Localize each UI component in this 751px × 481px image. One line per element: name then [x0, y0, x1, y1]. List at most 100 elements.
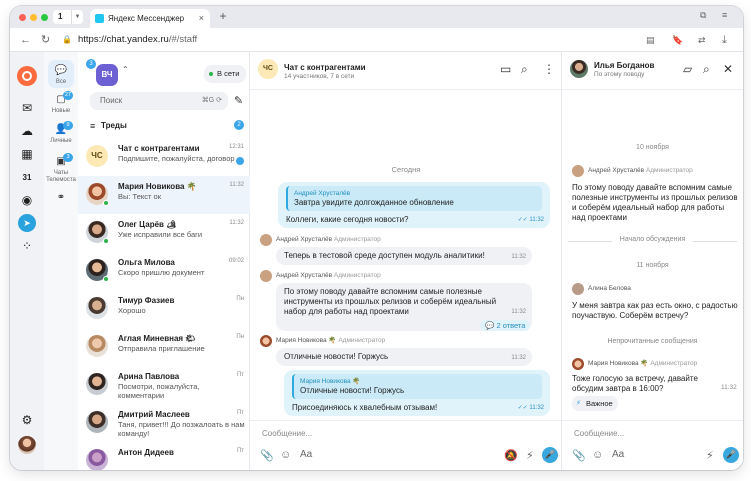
- chevron-up-icon[interactable]: ⌃: [122, 65, 129, 74]
- download-icon[interactable]: ⤓: [722, 33, 727, 47]
- sender-avatar[interactable]: [572, 165, 584, 177]
- important-tag[interactable]: Важное: [572, 396, 618, 411]
- chat-title[interactable]: Чат с контрагентами: [284, 63, 366, 72]
- calendar-icon[interactable]: 31: [18, 168, 36, 186]
- chat-item[interactable]: Ольга Милова Скоро пришлю документ 09:02: [78, 252, 250, 290]
- sender-avatar[interactable]: [260, 270, 272, 282]
- sender-avatar[interactable]: [260, 234, 272, 246]
- filters-icon: ⚭: [56, 192, 66, 203]
- user-avatar[interactable]: [18, 436, 36, 454]
- compose-icon[interactable]: ✎: [234, 94, 243, 107]
- sender-avatar[interactable]: [260, 335, 272, 347]
- browser-tab[interactable]: Яндекс Мессенджер ×: [90, 9, 210, 28]
- chat-avatar: [86, 411, 108, 433]
- quoted-message[interactable]: Мария Новикова 🌴 Отличные новости! Горжус…: [292, 374, 542, 399]
- chat-item[interactable]: Олег Царёв 🏕 Уже исправили все баги 11:3…: [78, 214, 250, 252]
- thread-message-input[interactable]: Сообщение...: [574, 429, 624, 438]
- chat-name: Арина Павлова: [118, 372, 180, 381]
- thread-composer[interactable]: Сообщение... 📎 ☺ Aa ⚡ 🎤: [562, 420, 743, 470]
- documents-icon[interactable]: ▦: [18, 145, 36, 163]
- bolt-icon[interactable]: ⚡: [526, 449, 534, 462]
- chat-item[interactable]: Антон Дидеев Пт: [78, 442, 250, 470]
- category-label: Все: [55, 79, 67, 85]
- chat-avatar[interactable]: ЧС: [258, 59, 278, 79]
- chat-time: Пт: [236, 372, 244, 378]
- cloud-icon[interactable]: ☁: [18, 122, 36, 140]
- minimize-window-button[interactable]: [30, 14, 37, 21]
- message-bubble[interactable]: Андрей Хрусталёв Завтра увидите долгождан…: [278, 182, 550, 228]
- messenger-icon[interactable]: ➤: [18, 214, 36, 232]
- back-icon[interactable]: ←: [20, 33, 31, 47]
- telemost-icon[interactable]: ◉: [18, 191, 36, 209]
- chat-preview: Посмотри, пожалуйста, комментарии: [118, 382, 200, 400]
- threads-link[interactable]: Треды: [90, 120, 127, 132]
- close-tab-icon[interactable]: ×: [199, 9, 204, 28]
- close-window-button[interactable]: [19, 14, 26, 21]
- chat-item[interactable]: ЧС Чат с контрагентами Подпишите, пожалу…: [78, 138, 250, 176]
- microphone-button[interactable]: 🎤: [542, 447, 558, 463]
- quoted-message[interactable]: Андрей Хрусталёв Завтра увидите долгождан…: [286, 186, 542, 211]
- category-new[interactable]: 27 ▢ Новые: [46, 91, 76, 115]
- tab-count: 1: [58, 12, 63, 21]
- translate-icon[interactable]: ⇄: [698, 33, 706, 47]
- message-text: Присоединяюсь к хвалебным отзывам!: [292, 403, 438, 412]
- menu-icon[interactable]: ≡: [722, 10, 727, 20]
- category-telemost[interactable]: 3 ▣ Чаты Телемоста: [46, 153, 76, 184]
- search-icon[interactable]: ⌕: [703, 62, 710, 77]
- chat-item[interactable]: Дмитрий Маслеев Таня, привет!!! До позжа…: [78, 404, 250, 442]
- message-composer[interactable]: Сообщение... 📎 ☺ Aa 🔕 ⚡ 🎤: [250, 420, 562, 470]
- message-bubble[interactable]: Теперь в тестовой среде доступен модуль …: [276, 247, 532, 265]
- settings-icon[interactable]: ⚙: [18, 411, 36, 429]
- workspace-avatar[interactable]: ВЧ: [96, 64, 118, 86]
- search-input[interactable]: Поиск ⌘G ⟳: [90, 92, 228, 110]
- notifications-icon[interactable]: 🔕: [504, 449, 518, 462]
- message-input[interactable]: Сообщение...: [262, 429, 312, 438]
- yandex-messenger-logo[interactable]: [17, 66, 37, 86]
- chat-item[interactable]: Аглая Миневная 🌤 Отправила приглашение П…: [78, 328, 250, 366]
- close-icon[interactable]: ✕: [723, 62, 733, 76]
- emoji-icon[interactable]: ☺: [280, 449, 291, 461]
- more-icon[interactable]: ⋮: [543, 62, 555, 76]
- status-button[interactable]: В сети: [204, 65, 246, 83]
- bookmark-icon[interactable]: 🔖: [672, 33, 683, 47]
- tab-counter[interactable]: 1 ▼: [53, 10, 83, 24]
- video-call-icon[interactable]: ▭: [500, 62, 511, 76]
- message-bubble[interactable]: Мария Новикова 🌴 Отличные новости! Горжус…: [284, 370, 550, 416]
- tab-bar: 1 ▼ Яндекс Мессенджер × + ⧉ ≡: [10, 6, 743, 28]
- attach-icon[interactable]: 📎: [260, 449, 274, 462]
- message-bubble[interactable]: Отличные новости! Горжусь 11:32: [276, 348, 532, 366]
- mail-icon[interactable]: ✉: [18, 99, 36, 117]
- chat-item[interactable]: Арина Павлова Посмотри, пожалуйста, комм…: [78, 366, 250, 404]
- sender-avatar[interactable]: [572, 358, 584, 370]
- thread-replies-link[interactable]: 💬 2 ответа: [480, 320, 531, 331]
- sender-avatar[interactable]: [572, 283, 584, 295]
- zoom-window-button[interactable]: [41, 14, 48, 21]
- quote-author: Мария Новикова 🌴: [300, 378, 361, 385]
- category-all[interactable]: 💬 Все: [46, 65, 76, 86]
- bolt-icon[interactable]: ⚡: [706, 449, 714, 462]
- search-placeholder: Поиск: [100, 96, 123, 105]
- chat-item[interactable]: Мария Новикова 🌴 Вы: Текст ок 11:32: [78, 176, 250, 214]
- apps-icon[interactable]: ⁘: [18, 237, 36, 255]
- reader-icon[interactable]: ▤: [646, 33, 655, 47]
- new-tab-button[interactable]: +: [216, 9, 230, 23]
- category-personal[interactable]: 9 👤 Личные: [46, 121, 76, 145]
- url-field[interactable]: https://chat.yandex.ru/#/staff: [78, 34, 197, 45]
- format-icon[interactable]: Aa: [612, 449, 624, 460]
- tabs-icon[interactable]: ⧉: [700, 10, 706, 21]
- category-settings[interactable]: ⚭: [46, 192, 76, 206]
- chat-item[interactable]: Тимур Фазиев Хорошо Пн: [78, 290, 250, 328]
- search-icon[interactable]: ⌕: [521, 62, 528, 77]
- chat-avatar: ЧС: [86, 145, 108, 167]
- chat-preview: Вы: Текст ок: [118, 192, 161, 201]
- format-icon[interactable]: Aa: [300, 449, 312, 460]
- emoji-icon[interactable]: ☺: [592, 449, 603, 461]
- reload-icon[interactable]: ↻: [41, 33, 50, 47]
- chat-avatar: [86, 335, 108, 357]
- microphone-button[interactable]: 🎤: [723, 447, 739, 463]
- sender-line: Мария Новикова 🌴 Администратор: [588, 360, 698, 367]
- attach-icon[interactable]: 📎: [572, 449, 586, 462]
- thread-open-icon[interactable]: ▱: [683, 62, 692, 76]
- sender-line: Андрей Хрусталёв Администратор: [276, 272, 381, 279]
- chat-time: Пн: [236, 296, 244, 302]
